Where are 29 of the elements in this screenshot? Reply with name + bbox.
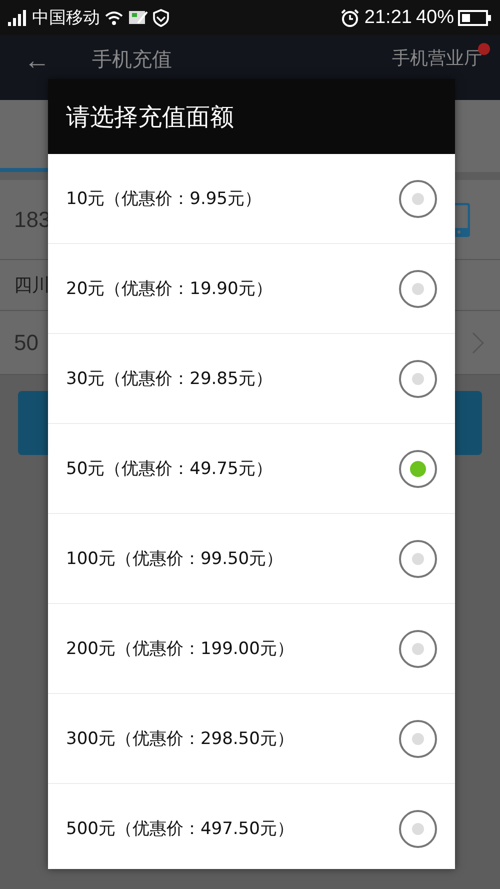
battery-percent: 40%: [416, 6, 454, 28]
region-label: 四川: [14, 274, 50, 297]
radio-button[interactable]: [399, 540, 437, 578]
radio-button[interactable]: [399, 630, 437, 668]
page-title: 手机充值: [92, 47, 172, 71]
alarm-icon: [340, 8, 360, 28]
radio-button[interactable]: [399, 720, 437, 758]
notification-icon: [128, 8, 148, 26]
radio-button[interactable]: [399, 450, 437, 488]
radio-button[interactable]: [399, 270, 437, 308]
radio-button[interactable]: [399, 360, 437, 398]
radio-button[interactable]: [399, 810, 437, 848]
amount-option[interactable]: 200元（优惠价：199.00元）: [48, 604, 455, 694]
amount-option[interactable]: 50元（优惠价：49.75元）: [48, 424, 455, 514]
amount-option[interactable]: 500元（优惠价：497.50元）: [48, 784, 455, 869]
shield-icon: [152, 8, 170, 26]
back-button[interactable]: ←: [18, 47, 56, 73]
signal-icon: [8, 10, 28, 26]
amount-option[interactable]: 100元（优惠价：99.50元）: [48, 514, 455, 604]
amount-option[interactable]: 20元（优惠价：19.90元）: [48, 244, 455, 334]
radio-button[interactable]: [399, 180, 437, 218]
amount-option[interactable]: 300元（优惠价：298.50元）: [48, 694, 455, 784]
amount-option[interactable]: 10元（优惠价：9.95元）: [48, 154, 455, 244]
wifi-icon: [104, 10, 124, 26]
amount-option[interactable]: 30元（优惠价：29.85元）: [48, 334, 455, 424]
carrier-name: 中国移动: [32, 7, 100, 29]
dialog-title: 请选择充值面额: [48, 79, 455, 154]
clock: 21:21: [364, 6, 412, 28]
battery-icon: [458, 8, 492, 26]
